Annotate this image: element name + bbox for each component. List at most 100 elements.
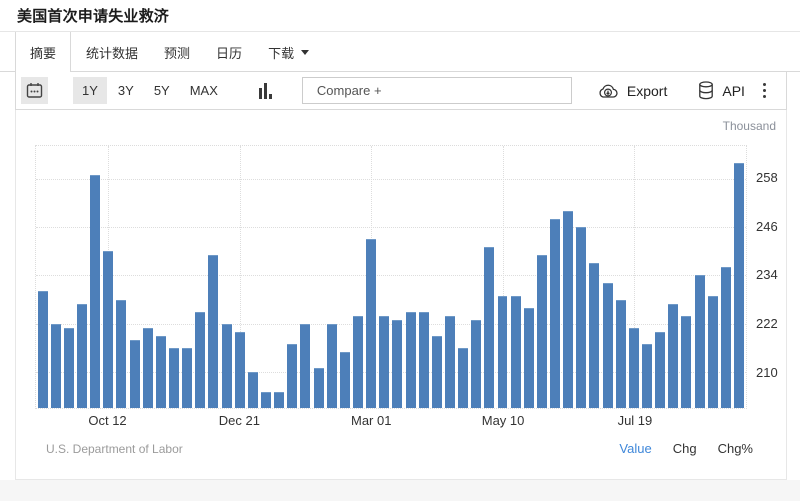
bar-11[interactable]	[182, 347, 193, 408]
bar-38[interactable]	[536, 255, 547, 408]
bar-37[interactable]	[523, 307, 534, 408]
bar-slot	[338, 146, 351, 408]
bar-46[interactable]	[642, 343, 653, 408]
bar-39[interactable]	[550, 219, 561, 408]
tab-label: 日历	[216, 45, 243, 61]
compare-input[interactable]	[301, 77, 572, 104]
bar-2[interactable]	[63, 327, 74, 408]
bar-slot	[719, 146, 732, 408]
footer-link-chg[interactable]: Chg	[673, 441, 697, 456]
bar-47[interactable]	[655, 331, 666, 408]
bar-slot	[693, 146, 706, 408]
bar-41[interactable]	[576, 227, 587, 408]
bar-25[interactable]	[366, 239, 377, 408]
bar-slot	[640, 146, 653, 408]
export-button[interactable]: Export	[597, 83, 667, 99]
bar-slot	[654, 146, 667, 408]
bar-9[interactable]	[155, 335, 166, 408]
bar-24[interactable]	[352, 315, 363, 408]
bar-slot	[273, 146, 286, 408]
bar-43[interactable]	[602, 283, 613, 408]
bar-14[interactable]	[221, 323, 232, 408]
bar-0[interactable]	[37, 291, 48, 408]
bar-20[interactable]	[300, 323, 311, 408]
bar-31[interactable]	[444, 315, 455, 408]
bar-3[interactable]	[77, 303, 87, 408]
api-button[interactable]: API	[698, 81, 745, 100]
bar-50[interactable]	[694, 275, 705, 408]
bar-19[interactable]	[287, 343, 298, 408]
bar-15[interactable]	[234, 331, 245, 408]
bar-slot	[312, 146, 325, 408]
range-button-max[interactable]: MAX	[181, 77, 227, 104]
bar-26[interactable]	[379, 315, 390, 408]
range-button-5y[interactable]: 5Y	[145, 77, 179, 104]
bar-53[interactable]	[734, 162, 745, 408]
bar-6[interactable]	[116, 299, 127, 408]
bar-52[interactable]	[720, 267, 731, 408]
bar-17[interactable]	[260, 391, 271, 408]
bar-slot	[154, 146, 167, 408]
bar-12[interactable]	[195, 311, 206, 408]
more-options-button[interactable]	[759, 79, 770, 102]
bar-44[interactable]	[615, 299, 626, 408]
bar-slot	[391, 146, 404, 408]
bar-slot	[443, 146, 456, 408]
tab-0[interactable]: 摘要	[15, 32, 72, 72]
bar-35[interactable]	[497, 295, 508, 408]
bar-8[interactable]	[142, 327, 153, 408]
bar-18[interactable]	[274, 391, 285, 408]
bar-36[interactable]	[510, 295, 521, 408]
bar-22[interactable]	[326, 323, 337, 408]
chart-plot	[35, 145, 747, 409]
tab-3[interactable]: 日历	[203, 32, 255, 72]
indicator-widget: 美国首次申请失业救济 摘要 统计数据 预测 日历 下载 1Y3Y5YMAX	[0, 0, 800, 480]
bar-slot	[378, 146, 391, 408]
bar-4[interactable]	[90, 174, 101, 408]
y-tick-label: 210	[756, 364, 778, 380]
title-bar: 美国首次申请失业救济	[0, 0, 800, 31]
calendar-button[interactable]	[21, 77, 48, 104]
bar-13[interactable]	[208, 255, 219, 408]
bar-34[interactable]	[484, 247, 495, 408]
bar-30[interactable]	[431, 335, 442, 408]
footer-link-value[interactable]: Value	[619, 441, 651, 456]
bar-16[interactable]	[247, 371, 258, 408]
bar-slot	[680, 146, 693, 408]
bar-10[interactable]	[168, 347, 179, 408]
bar-45[interactable]	[628, 327, 639, 408]
tab-1[interactable]: 统计数据	[73, 32, 151, 72]
bar-29[interactable]	[418, 311, 429, 408]
x-tick-label: Dec 21	[218, 413, 260, 428]
bar-33[interactable]	[471, 319, 482, 408]
bar-slot	[535, 146, 548, 408]
bar-42[interactable]	[589, 263, 600, 408]
caret-down-icon	[301, 49, 310, 55]
bar-49[interactable]	[681, 315, 692, 408]
bar-28[interactable]	[405, 311, 416, 408]
bar-48[interactable]	[668, 303, 679, 408]
bar-40[interactable]	[563, 211, 574, 408]
range-button-3y[interactable]: 3Y	[109, 77, 143, 104]
tab-2[interactable]: 预测	[151, 32, 203, 72]
bar-slot	[325, 146, 338, 408]
bar-slot	[562, 146, 575, 408]
bar-1[interactable]	[50, 323, 61, 408]
bar-32[interactable]	[458, 347, 469, 408]
bar-21[interactable]	[313, 367, 324, 408]
range-selector: 1Y 3Y 5Y MAX	[73, 77, 227, 104]
bar-7[interactable]	[129, 339, 140, 408]
footer-link-chgpct[interactable]: Chg%	[718, 441, 753, 456]
bar-51[interactable]	[707, 295, 718, 408]
x-tick-label: Jul 19	[617, 413, 653, 428]
bar-5[interactable]	[103, 251, 114, 408]
bar-slot	[601, 146, 614, 408]
bar-23[interactable]	[339, 351, 350, 408]
bar-27[interactable]	[392, 319, 403, 408]
export-label: Export	[626, 82, 668, 99]
bar-slot	[732, 146, 745, 408]
bar-slot	[89, 146, 102, 408]
chart-type-button[interactable]	[258, 82, 272, 99]
tab-4[interactable]: 下载	[255, 32, 322, 72]
range-button-1y[interactable]: 1Y	[73, 77, 107, 104]
